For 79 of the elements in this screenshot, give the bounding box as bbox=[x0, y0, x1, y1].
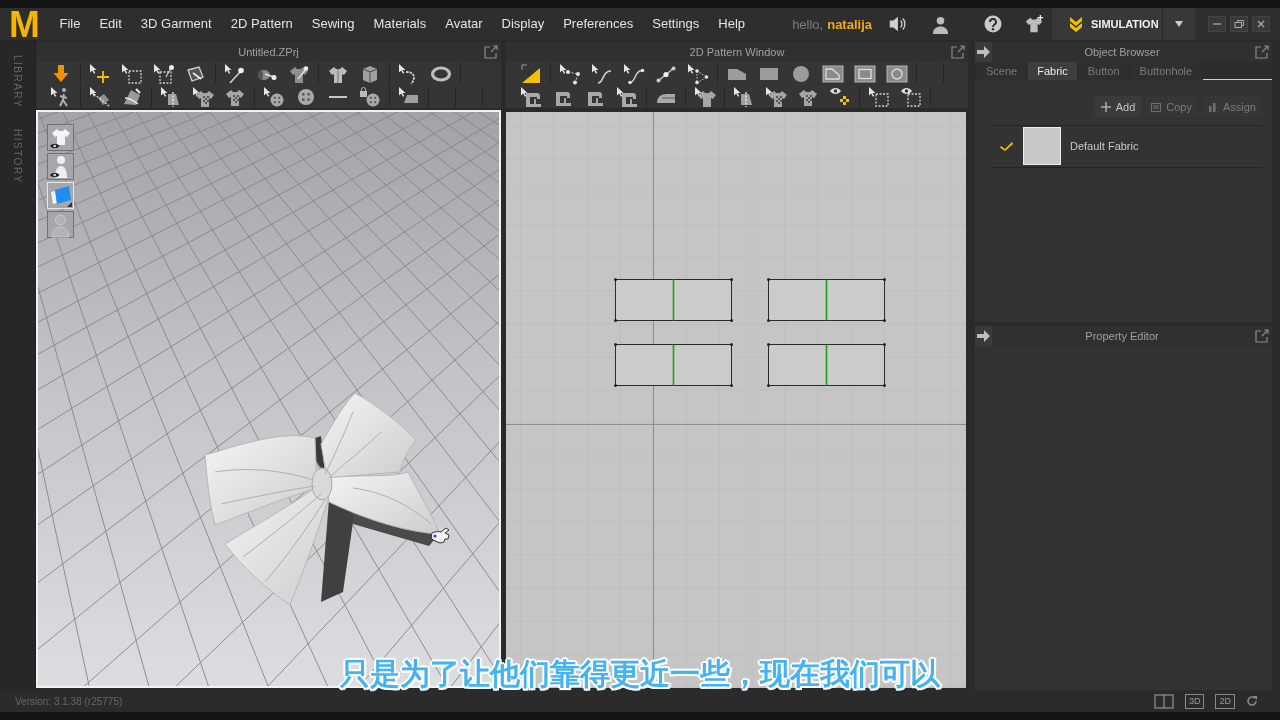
menu-item[interactable]: Edit bbox=[89, 15, 132, 33]
minimize-icon[interactable] bbox=[1208, 16, 1226, 32]
bars-icon bbox=[1207, 101, 1218, 112]
help-icon[interactable] bbox=[984, 15, 1002, 33]
shirt-plus-icon[interactable] bbox=[1024, 14, 1044, 34]
pattern-seam-icon[interactable] bbox=[121, 85, 143, 108]
menu-item[interactable]: Display bbox=[492, 15, 554, 33]
cursor-dotted-square-icon[interactable] bbox=[121, 62, 143, 85]
popout-icon[interactable] bbox=[1255, 45, 1269, 59]
cursor-points-icon[interactable] bbox=[559, 62, 581, 85]
user-icon[interactable] bbox=[932, 14, 949, 34]
menu-item[interactable]: Preferences bbox=[553, 15, 643, 33]
menu-item[interactable]: Settings bbox=[642, 15, 709, 33]
cursor-button-icon[interactable] bbox=[263, 85, 285, 108]
split-view-icon[interactable] bbox=[1153, 693, 1174, 709]
panel-title: 2D Pattern Window bbox=[688, 46, 786, 58]
cursor-dashed-line-icon[interactable] bbox=[89, 85, 111, 108]
popout-icon[interactable] bbox=[484, 45, 498, 59]
menu-item[interactable]: File bbox=[50, 15, 90, 33]
lock-button-icon[interactable] bbox=[359, 85, 381, 108]
plus-icon bbox=[1100, 101, 1111, 112]
pattern-piece[interactable] bbox=[614, 278, 733, 322]
speaker-icon[interactable] bbox=[888, 14, 906, 34]
inner-polygon-icon[interactable] bbox=[822, 62, 844, 85]
panel-title: Property Editor bbox=[1084, 330, 1160, 342]
fabric-swatch-icon bbox=[1023, 127, 1061, 165]
menu-item[interactable]: Materials bbox=[363, 15, 436, 33]
cursor-seam-icon[interactable] bbox=[733, 85, 755, 108]
cursor-sewing-machine-icon[interactable] bbox=[520, 85, 542, 108]
caret-icon bbox=[1174, 20, 1184, 28]
list-item[interactable]: Default Fabric bbox=[990, 126, 1262, 166]
fabric-sheet-icon[interactable] bbox=[47, 182, 74, 209]
cursor-checkered-shirt-icon[interactable] bbox=[765, 85, 787, 108]
cursor-checkered-shirt-icon[interactable] bbox=[192, 85, 214, 108]
panel-title: Object Browser bbox=[1083, 46, 1161, 58]
view-button[interactable]: 3D bbox=[1184, 693, 1205, 709]
arrow-right-icon[interactable] bbox=[975, 42, 992, 62]
arrow-right-icon[interactable] bbox=[975, 326, 992, 346]
tab[interactable]: Fabric bbox=[1028, 62, 1077, 80]
close-icon[interactable] bbox=[1252, 16, 1270, 32]
double-chevron-icon bbox=[1069, 16, 1083, 32]
cursor-curve-points-icon[interactable] bbox=[623, 62, 645, 85]
cursor-dotted-lines-icon[interactable] bbox=[687, 62, 709, 85]
menu-item[interactable]: Help bbox=[708, 15, 755, 33]
user-name: natalija bbox=[827, 16, 872, 32]
cursor-pin-icon[interactable] bbox=[224, 62, 246, 85]
simulation-button[interactable]: SIMULATION bbox=[1052, 8, 1162, 40]
cursor-seam-icon[interactable] bbox=[160, 85, 182, 108]
menu-item[interactable]: 2D Pattern bbox=[221, 15, 303, 33]
app-logo: M bbox=[8, 9, 41, 39]
document-icon bbox=[1151, 101, 1162, 112]
eye-points-icon[interactable] bbox=[829, 85, 851, 108]
cursor-dotted-square-icon[interactable] bbox=[868, 85, 890, 108]
greeting-text: hello, bbox=[792, 16, 824, 32]
popout-icon[interactable] bbox=[1255, 329, 1269, 343]
triangle-icon[interactable] bbox=[520, 62, 542, 85]
eye-dotted-square-icon[interactable] bbox=[900, 85, 922, 108]
pattern-piece[interactable] bbox=[614, 343, 733, 387]
figure-eye-icon[interactable] bbox=[47, 153, 74, 180]
menu-item[interactable]: Avatar bbox=[435, 15, 493, 33]
refresh-icon[interactable] bbox=[1246, 695, 1258, 707]
menu-item[interactable]: 3D Garment bbox=[131, 15, 222, 33]
view-button[interactable]: 2D bbox=[1215, 693, 1235, 709]
dropdown-button[interactable] bbox=[1162, 8, 1195, 40]
cursor-curve-icon[interactable] bbox=[591, 62, 613, 85]
inner-rectangle-icon[interactable] bbox=[854, 62, 876, 85]
shirt-eye-icon[interactable] bbox=[47, 124, 74, 151]
cursor-sewing-machine-icon[interactable] bbox=[616, 85, 638, 108]
cursor-plus-icon[interactable] bbox=[89, 62, 111, 85]
pattern-piece[interactable] bbox=[767, 343, 886, 387]
panel-title: Untitled.ZPrj bbox=[237, 46, 300, 58]
cursor-shirt-icon[interactable] bbox=[694, 85, 716, 108]
pattern-piece[interactable] bbox=[767, 278, 886, 322]
action-button[interactable]: Add bbox=[1094, 96, 1142, 117]
popout-icon[interactable] bbox=[951, 45, 965, 59]
figure-icon[interactable] bbox=[47, 211, 74, 238]
restore-icon[interactable] bbox=[1230, 16, 1248, 32]
menu-item[interactable]: Sewing bbox=[302, 15, 364, 33]
cursor-dotted-square-icon[interactable] bbox=[153, 62, 175, 85]
